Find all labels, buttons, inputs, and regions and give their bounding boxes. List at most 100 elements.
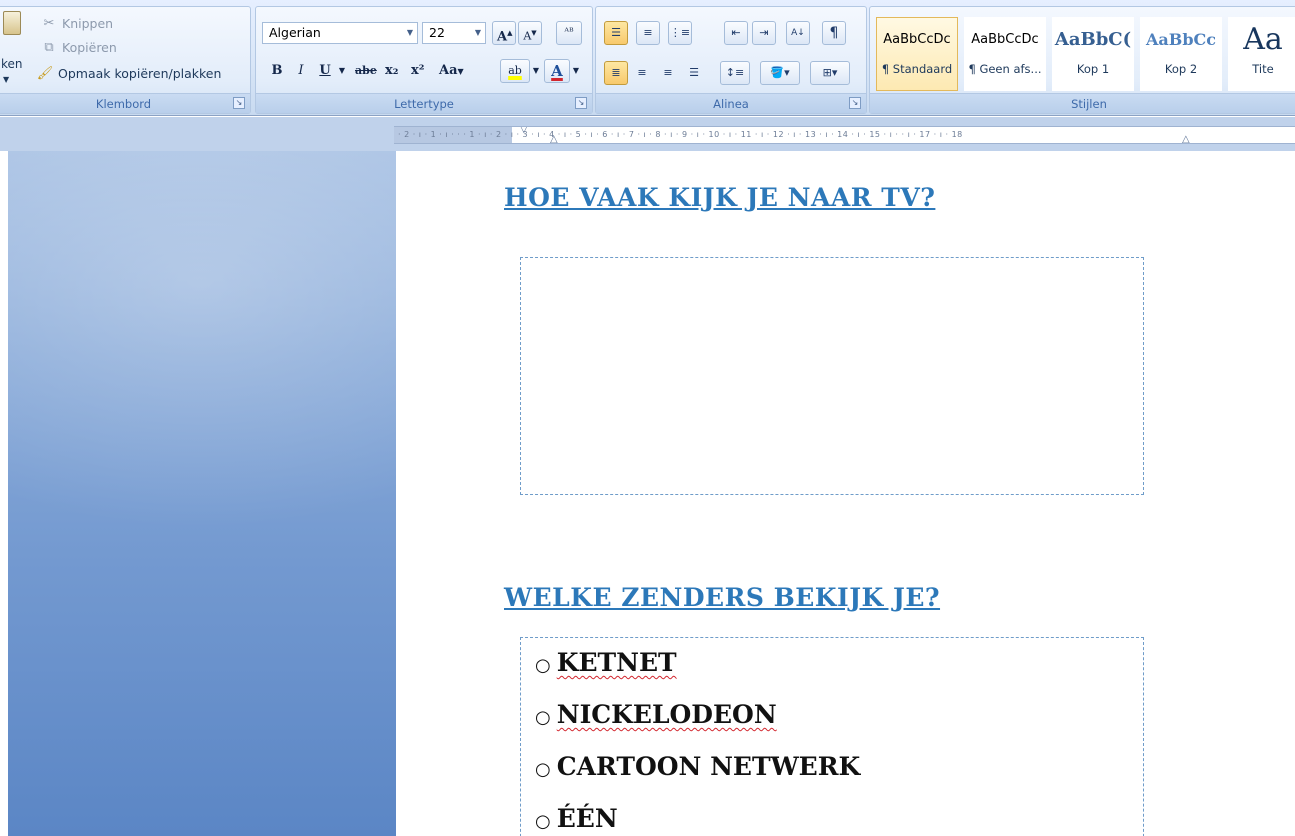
subscript-icon: x₂ xyxy=(385,63,399,78)
italic-icon: I xyxy=(298,63,304,78)
shading-button[interactable]: 🪣▾ xyxy=(760,61,800,85)
change-case-icon: Aa xyxy=(439,63,458,78)
align-center-button[interactable]: ≡ xyxy=(630,61,654,85)
list-item[interactable]: ○ NICKELODEON xyxy=(535,700,777,729)
styles-group: AaBbCcDc ¶ Standaard AaBbCcDc ¶ Geen afs… xyxy=(869,6,1295,114)
copy-icon: ⧉ xyxy=(44,39,54,55)
increase-indent-icon: ⇥ xyxy=(759,26,769,39)
underline-icon: U xyxy=(319,63,331,78)
line-spacing-icon: ↕≡ xyxy=(725,66,745,79)
increase-indent-button[interactable]: ⇥ xyxy=(752,21,776,45)
style-tile-standaard[interactable]: AaBbCcDc ¶ Standaard xyxy=(876,17,958,91)
style-name: ¶ Geen afs... xyxy=(968,62,1042,76)
bold-icon: B xyxy=(271,63,283,78)
justify-button[interactable]: ☰ xyxy=(682,61,706,85)
channel-label: KETNET xyxy=(556,648,677,677)
borders-button[interactable]: ⊞▾ xyxy=(810,61,850,85)
document-page[interactable]: HOE VAAK KIJK JE NAAR TV? WELKE ZENDERS … xyxy=(396,151,1295,836)
bold-button[interactable]: B xyxy=(266,59,288,83)
answer-textbox-1[interactable] xyxy=(520,257,1144,495)
style-tile-kop-2[interactable]: AaBbCc Kop 2 xyxy=(1140,17,1222,91)
superscript-icon: x² xyxy=(411,63,425,78)
paste-icon[interactable] xyxy=(3,11,21,35)
style-sample: AaBbC( xyxy=(1054,29,1132,50)
style-sample: Aa xyxy=(1243,22,1283,57)
style-tile-kop-1[interactable]: AaBbC( Kop 1 xyxy=(1052,17,1134,91)
heading-tv-frequency[interactable]: HOE VAAK KIJK JE NAAR TV? xyxy=(504,183,935,212)
sort-icon: A↓ xyxy=(791,28,805,38)
font-dialog-launcher-icon[interactable]: ↘ xyxy=(575,97,587,109)
clear-formatting-button[interactable]: ᴬᴮ xyxy=(556,21,582,45)
format-painter-button[interactable]: 🖌 Opmaak kopiëren/plakken xyxy=(36,63,222,83)
align-left-button[interactable]: ≣ xyxy=(604,61,628,85)
font-group: Algerian ▼ 22 ▼ A▲ A▼ ᴬᴮ B I U ▼ abe x₂ xyxy=(255,6,593,114)
style-name: Kop 2 xyxy=(1164,62,1198,76)
right-indent-marker-icon[interactable]: △ xyxy=(1182,134,1190,143)
bullet-circle-icon: ○ xyxy=(535,655,551,676)
cut-button[interactable]: ✂ Knippen xyxy=(41,13,114,33)
subscript-button[interactable]: x₂ xyxy=(380,59,403,83)
align-right-button[interactable]: ≡ xyxy=(656,61,680,85)
list-item[interactable]: ○ KETNET xyxy=(535,648,677,677)
change-case-button[interactable]: Aa▼ xyxy=(434,59,469,83)
superscript-button[interactable]: x² xyxy=(406,59,429,83)
style-sample: AaBbCc xyxy=(1146,30,1216,49)
grow-font-icon: A xyxy=(497,29,508,45)
style-tile-titel[interactable]: Aa Tite xyxy=(1228,17,1295,91)
bullets-icon: ☰ xyxy=(611,26,621,39)
font-size-dropdown-icon[interactable]: ▼ xyxy=(471,23,485,43)
font-family-dropdown-icon[interactable]: ▼ xyxy=(403,23,417,43)
decrease-indent-icon: ⇤ xyxy=(731,26,741,39)
strikethrough-button[interactable]: abe xyxy=(350,59,382,83)
align-center-icon: ≡ xyxy=(637,66,647,79)
numbering-button[interactable]: ≡ xyxy=(636,21,660,45)
align-left-icon: ≣ xyxy=(611,66,621,79)
cut-label: Knippen xyxy=(62,15,114,31)
bullets-button[interactable]: ☰ xyxy=(604,21,628,45)
paintbrush-icon: 🖌 xyxy=(36,65,54,81)
paragraph-dialog-launcher-icon[interactable]: ↘ xyxy=(849,97,861,109)
styles-group-label: Stijlen xyxy=(870,93,1295,113)
underline-button[interactable]: U xyxy=(314,59,336,83)
workspace-background xyxy=(0,151,396,836)
show-formatting-button[interactable]: ¶ xyxy=(822,21,846,45)
clipboard-dialog-launcher-icon[interactable]: ↘ xyxy=(233,97,245,109)
grow-font-button[interactable]: A▲ xyxy=(492,21,516,45)
paragraph-group-label: Alinea xyxy=(596,93,866,113)
decrease-indent-button[interactable]: ⇤ xyxy=(724,21,748,45)
font-color-button[interactable]: A xyxy=(544,59,570,83)
style-sample: AaBbCcDc xyxy=(883,32,951,47)
copy-button[interactable]: ⧉ Kopiëren xyxy=(41,37,116,57)
highlight-dropdown-icon[interactable]: ▼ xyxy=(531,59,541,83)
first-line-indent-marker-icon[interactable]: ▽ xyxy=(520,127,528,135)
font-family-value: Algerian xyxy=(269,25,321,40)
multilevel-list-button[interactable]: ⋮≡ xyxy=(668,21,692,45)
heading-channels[interactable]: WELKE ZENDERS BEKIJK JE? xyxy=(504,583,940,612)
clipboard-group-label: Klembord xyxy=(0,93,250,113)
style-tile-geen-afstand[interactable]: AaBbCcDc ¶ Geen afs... xyxy=(964,17,1046,91)
paste-button-label[interactable]: ken xyxy=(1,57,23,71)
italic-button[interactable]: I xyxy=(290,59,312,83)
horizontal-ruler[interactable]: · 2 · ı · 1 · ı · · · 1 · ı · 2 · ı · 3 … xyxy=(394,126,1295,144)
bullet-circle-icon: ○ xyxy=(535,759,551,780)
highlight-button[interactable]: ab xyxy=(500,59,530,83)
shrink-font-button[interactable]: A▼ xyxy=(518,21,542,45)
channel-label: ÉÉN xyxy=(556,804,618,833)
line-spacing-button[interactable]: ↕≡ xyxy=(720,61,750,85)
list-item[interactable]: ○ CARTOON NETWERK xyxy=(535,752,860,781)
font-size-input[interactable]: 22 ▼ xyxy=(422,22,486,44)
highlighter-icon: ab xyxy=(508,64,522,77)
underline-dropdown-icon[interactable]: ▼ xyxy=(336,59,348,83)
paint-bucket-icon: 🪣▾ xyxy=(770,66,790,79)
paste-dropdown-icon[interactable]: ▼ xyxy=(3,75,9,84)
font-group-label: Lettertype xyxy=(256,93,592,113)
paragraph-group: ☰ ≡ ⋮≡ ⇤ ⇥ A↓ ¶ ≣ ≡ ≡ ☰ ↕≡ 🪣▾ ⊞▾ Alinea … xyxy=(595,6,867,114)
list-item[interactable]: ○ ÉÉN xyxy=(535,804,618,833)
bullet-circle-icon: ○ xyxy=(535,707,551,728)
channels-textbox[interactable]: ○ KETNET ○ NICKELODEON ○ CARTOON NETWERK ○ É… xyxy=(520,637,1144,836)
sort-button[interactable]: A↓ xyxy=(786,21,810,45)
ribbon: ken ▼ ✂ Knippen ⧉ Kopiëren 🖌 Opmaak kopi… xyxy=(0,0,1295,116)
font-family-input[interactable]: Algerian ▼ xyxy=(262,22,418,44)
hanging-indent-marker-icon[interactable]: △ xyxy=(550,134,558,143)
font-color-dropdown-icon[interactable]: ▼ xyxy=(571,59,581,83)
